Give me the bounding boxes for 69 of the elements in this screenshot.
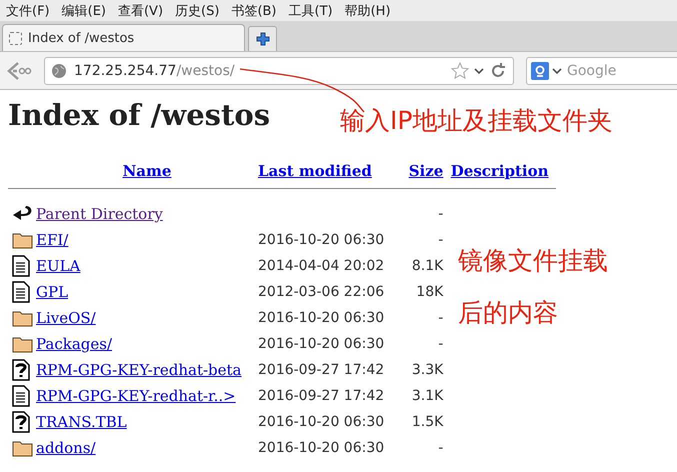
file-size: 8.1K	[412, 258, 444, 274]
menu-item[interactable]: 历史(S)	[175, 2, 220, 20]
folder-icon	[12, 335, 33, 353]
modified-date: 2016-10-20 06:30	[258, 414, 384, 430]
file-size: 1.5K	[412, 414, 444, 430]
file-link[interactable]: Packages/	[36, 335, 112, 353]
file-link[interactable]: Parent Directory	[36, 205, 163, 223]
annotation-text: 后的内容	[458, 297, 558, 329]
search-input[interactable]: Google	[565, 62, 659, 80]
column-header-link[interactable]: Description	[450, 162, 549, 180]
globe-icon	[51, 62, 67, 78]
new-tab-button[interactable]	[248, 26, 277, 51]
file-size: -	[438, 440, 444, 456]
modified-date: 2012-03-06 22:06	[258, 284, 384, 300]
file-size: -	[438, 336, 444, 352]
modified-date: 2016-10-20 06:30	[258, 310, 384, 326]
column-header-link[interactable]: Size	[408, 162, 444, 180]
folder-icon	[12, 439, 33, 457]
column-header-link[interactable]: Last modified	[258, 162, 372, 180]
folder-icon	[12, 231, 33, 249]
modified-date: 2016-09-27 17:42	[258, 388, 384, 404]
dropdown-icon[interactable]	[474, 66, 484, 74]
star-icon[interactable]	[451, 62, 469, 80]
file-link[interactable]: LiveOS/	[36, 309, 96, 327]
file-link[interactable]: TRANS.TBL	[36, 413, 127, 431]
file-link[interactable]: addons/	[36, 439, 96, 457]
menu-item[interactable]: 文件(F)	[6, 2, 50, 20]
document-icon	[12, 281, 30, 303]
page-heading: Index of /westos	[8, 98, 270, 132]
reload-icon[interactable]	[489, 62, 507, 80]
modified-date: 2016-09-27 17:42	[258, 362, 384, 378]
dropdown-icon[interactable]	[552, 66, 562, 74]
url-host: 172.25.254.77	[74, 62, 176, 78]
search-field[interactable]: Google	[526, 56, 677, 84]
modified-date: 2014-04-04 20:02	[258, 258, 384, 274]
modified-date: 2016-10-20 06:30	[258, 440, 384, 456]
address-bar[interactable]: 172.25.254.77/westos/	[44, 56, 514, 84]
modified-date: 2016-10-20 06:30	[258, 336, 384, 352]
plus-icon	[256, 32, 270, 46]
document-icon	[12, 255, 30, 277]
menu-item[interactable]: 工具(T)	[288, 2, 333, 20]
file-link[interactable]: RPM-GPG-KEY-redhat-beta	[36, 361, 242, 379]
browser-tab[interactable]: Index of /westos	[2, 24, 245, 51]
modified-date: 2016-10-20 06:30	[258, 232, 384, 248]
menu-item[interactable]: 帮助(H)	[344, 2, 391, 20]
file-size: -	[438, 232, 444, 248]
document-icon	[12, 385, 30, 407]
file-link[interactable]: RPM-GPG-KEY-redhat-r..>	[36, 387, 236, 405]
back-icon[interactable]	[6, 60, 32, 82]
file-link[interactable]: EULA	[36, 257, 80, 275]
unknown-file-icon	[12, 411, 30, 433]
page-icon	[9, 32, 22, 44]
file-size: 18K	[416, 284, 444, 300]
column-header-link[interactable]: Name	[122, 162, 172, 180]
search-engine-icon[interactable]	[531, 62, 549, 80]
annotation-text: 输入IP地址及挂载文件夹	[340, 105, 612, 137]
url-path: /westos/	[176, 62, 235, 78]
file-size: 3.1K	[412, 388, 444, 404]
menu-item[interactable]: 编辑(E)	[62, 2, 106, 20]
file-size: -	[438, 206, 444, 222]
file-link[interactable]: EFI/	[36, 231, 68, 249]
menu-item[interactable]: 查看(V)	[118, 2, 164, 20]
folder-icon	[12, 309, 33, 327]
menu-item[interactable]: 书签(B)	[231, 2, 276, 20]
unknown-file-icon	[12, 359, 30, 381]
file-link[interactable]: GPL	[36, 283, 68, 301]
annotation-text: 镜像文件挂载	[458, 245, 608, 277]
file-size: 3.3K	[412, 362, 444, 378]
file-size: -	[438, 310, 444, 326]
